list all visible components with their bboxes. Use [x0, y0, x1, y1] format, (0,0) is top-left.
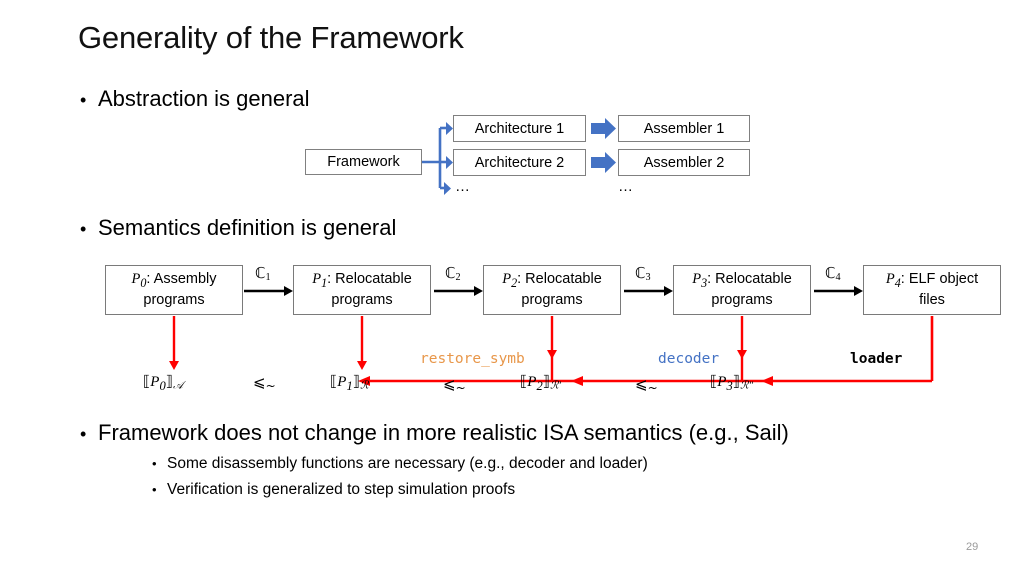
bullet-marker-icon: •: [80, 90, 87, 110]
p2-variable: P: [502, 271, 512, 288]
box-p0-assembly-programs: P0: Assembly programs: [105, 265, 243, 315]
bullet-semantics-label: Semantics definition is general: [98, 215, 397, 240]
box-p2-line1: P2: Relocatable: [502, 270, 602, 291]
assembler-ellipsis: …: [618, 178, 634, 195]
p0-variable: P: [131, 271, 141, 288]
bullet-marker-icon: •: [80, 424, 87, 444]
box-p1-line1: P1: Relocatable: [312, 270, 412, 291]
bullet-marker-icon: •: [152, 456, 157, 471]
box-p3-line2: programs: [711, 292, 773, 309]
function-label-restore-symb: restore_symb: [420, 351, 525, 367]
box-p1-line2: programs: [331, 292, 393, 309]
compilation-chain-diagram: P0: Assembly programs P1: Relocatable pr…: [95, 255, 1024, 405]
bullet-abstraction-label: Abstraction is general: [98, 86, 310, 111]
box-p4-elf-object-files: P4: ELF object files: [863, 265, 1001, 315]
denotation-p3: ⟦P3⟧ℛ″: [710, 373, 754, 393]
box-p3-relocatable-programs: P3: Relocatable programs: [673, 265, 811, 315]
denotation-p0: ⟦P0⟧𝒜: [143, 373, 184, 393]
p1-line1-text: : Relocatable: [327, 271, 412, 288]
box-p0-line1: P0: Assembly: [131, 270, 216, 291]
box-p3-line1: P3: Relocatable: [692, 270, 792, 291]
denotation-p2: ⟦P2⟧ℛ′: [520, 373, 561, 393]
bullet-semantics-definition-is-general: • Semantics definition is general: [80, 215, 396, 241]
refinement-relation-3: ⩽~: [635, 375, 658, 395]
box-architecture-2: Architecture 2: [453, 149, 586, 176]
bullet-framework-does-not-change: • Framework does not change in more real…: [80, 420, 789, 446]
p3-line1-text: : Relocatable: [707, 271, 792, 288]
bullet-marker-icon: •: [80, 219, 87, 239]
bullet-marker-icon: •: [152, 482, 157, 497]
subbullet-disassembly-label: Some disassembly functions are necessary…: [167, 455, 648, 472]
architecture-generality-diagram: Framework Architecture 1 Architecture 2 …: [300, 110, 760, 200]
compiler-label-c2: ℂ2: [445, 266, 461, 284]
compiler-label-c1: ℂ1: [255, 266, 271, 284]
page-title: Generality of the Framework: [78, 20, 464, 55]
compiler-label-c4: ℂ4: [825, 266, 841, 284]
page-number: 29: [966, 541, 979, 553]
subbullet-disassembly-functions: • Some disassembly functions are necessa…: [152, 455, 648, 473]
p4-variable: P: [885, 271, 895, 288]
p1-variable: P: [312, 271, 322, 288]
p4-line1-text: : ELF object: [900, 271, 979, 288]
compiler-label-c3: ℂ3: [635, 266, 651, 284]
box-p2-relocatable-programs: P2: Relocatable programs: [483, 265, 621, 315]
bullet-abstraction-is-general: • Abstraction is general: [80, 86, 310, 112]
bullet-framework-label: Framework does not change in more realis…: [98, 420, 789, 445]
box-p4-line1: P4: ELF object: [886, 270, 978, 291]
subbullet-verification: • Verification is generalized to step si…: [152, 481, 515, 499]
box-assembler-2: Assembler 2: [618, 149, 750, 176]
refinement-relation-1: ⩽~: [253, 373, 276, 393]
function-label-loader: loader: [850, 351, 903, 367]
p2-line1-text: : Relocatable: [517, 271, 602, 288]
box-assembler-1: Assembler 1: [618, 115, 750, 142]
denotation-p1: ⟦P1⟧ℛ: [330, 373, 369, 393]
box-p2-line2: programs: [521, 292, 583, 309]
box-p4-line2: files: [919, 292, 945, 309]
box-architecture-1: Architecture 1: [453, 115, 586, 142]
box-framework: Framework: [305, 149, 422, 175]
function-label-decoder: decoder: [658, 351, 720, 367]
architecture-ellipsis: …: [455, 178, 471, 195]
p0-line1-text: : Assembly: [146, 271, 217, 288]
box-p1-relocatable-programs: P1: Relocatable programs: [293, 265, 431, 315]
box-p0-line2: programs: [143, 292, 205, 309]
p3-variable: P: [692, 271, 702, 288]
slide-canvas: Generality of the Framework • Abstractio…: [0, 0, 1024, 576]
subbullet-verification-label: Verification is generalized to step simu…: [167, 481, 516, 498]
refinement-relation-2: ⩽~: [443, 375, 466, 395]
